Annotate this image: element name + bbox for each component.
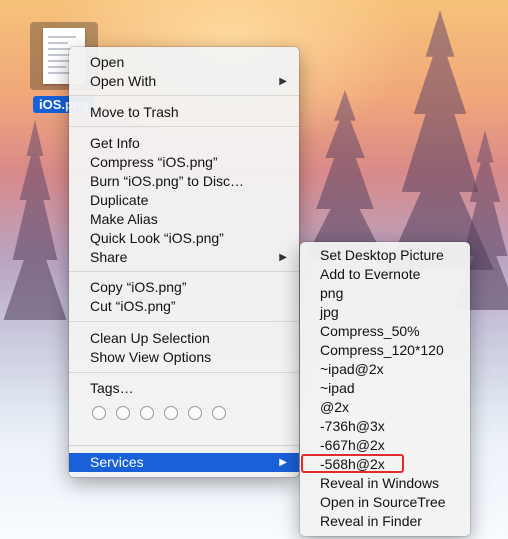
service-667h-2x[interactable]: -667h@2x xyxy=(300,436,470,455)
annotation-highlight-box xyxy=(301,454,404,473)
tag-circle-icon[interactable] xyxy=(212,406,226,420)
menu-item-clean-up-selection[interactable]: Clean Up Selection xyxy=(69,329,299,348)
menu-item-compress[interactable]: Compress “iOS.png” xyxy=(69,153,299,172)
chevron-right-icon: ▶ xyxy=(279,457,287,468)
menu-separator xyxy=(69,372,299,373)
tag-circle-icon[interactable] xyxy=(92,406,106,420)
service-compress-120[interactable]: Compress_120*120 xyxy=(300,341,470,360)
chevron-right-icon: ▶ xyxy=(279,76,287,87)
service-open-in-sourcetree[interactable]: Open in SourceTree xyxy=(300,493,470,512)
menu-separator xyxy=(69,271,299,272)
service-2x[interactable]: @2x xyxy=(300,398,470,417)
menu-item-cut[interactable]: Cut “iOS.png” xyxy=(69,297,299,316)
tag-circle-icon[interactable] xyxy=(164,406,178,420)
menu-separator xyxy=(69,95,299,96)
menu-separator xyxy=(69,126,299,127)
menu-item-duplicate[interactable]: Duplicate xyxy=(69,191,299,210)
tag-circle-icon[interactable] xyxy=(188,406,202,420)
chevron-right-icon: ▶ xyxy=(279,252,287,263)
services-submenu: Set Desktop Picture Add to Evernote png … xyxy=(300,242,470,536)
tag-circle-icon[interactable] xyxy=(116,406,130,420)
wallpaper-tree xyxy=(304,90,386,260)
menu-item-burn-to-disc[interactable]: Burn “iOS.png” to Disc… xyxy=(69,172,299,191)
service-compress-50[interactable]: Compress_50% xyxy=(300,322,470,341)
menu-item-services[interactable]: Services ▶ xyxy=(69,453,299,472)
menu-item-quick-look[interactable]: Quick Look “iOS.png” xyxy=(69,229,299,248)
menu-separator xyxy=(69,445,299,446)
menu-item-copy[interactable]: Copy “iOS.png” xyxy=(69,278,299,297)
menu-item-show-view-options[interactable]: Show View Options xyxy=(69,348,299,367)
service-jpg[interactable]: jpg xyxy=(300,303,470,322)
service-736h-3x[interactable]: -736h@3x xyxy=(300,417,470,436)
wallpaper-tree xyxy=(3,120,67,320)
menu-item-make-alias[interactable]: Make Alias xyxy=(69,210,299,229)
menu-item-tags[interactable]: Tags… xyxy=(69,379,299,398)
service-reveal-in-finder[interactable]: Reveal in Finder xyxy=(300,512,470,531)
tag-circle-icon[interactable] xyxy=(140,406,154,420)
menu-item-open[interactable]: Open xyxy=(69,53,299,72)
service-ipad[interactable]: ~ipad xyxy=(300,379,470,398)
menu-item-open-with[interactable]: Open With ▶ xyxy=(69,72,299,91)
service-ipad-2x[interactable]: ~ipad@2x xyxy=(300,360,470,379)
service-set-desktop-picture[interactable]: Set Desktop Picture xyxy=(300,246,470,265)
menu-item-share[interactable]: Share ▶ xyxy=(69,248,299,267)
menu-item-move-to-trash[interactable]: Move to Trash xyxy=(69,103,299,122)
context-menu: Open Open With ▶ Move to Trash Get Info C… xyxy=(69,47,299,477)
menu-item-get-info[interactable]: Get Info xyxy=(69,134,299,153)
menu-separator xyxy=(69,321,299,322)
service-png[interactable]: png xyxy=(300,284,470,303)
service-add-to-evernote[interactable]: Add to Evernote xyxy=(300,265,470,284)
service-reveal-in-windows[interactable]: Reveal in Windows xyxy=(300,474,470,493)
